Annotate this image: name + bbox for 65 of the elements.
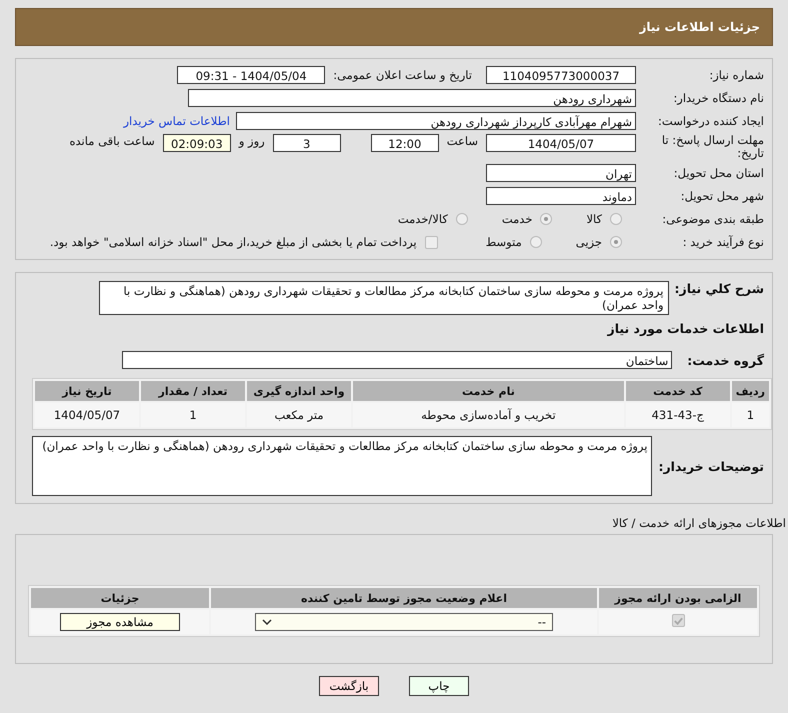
days-label: روز و [238, 134, 265, 148]
print-button[interactable]: چاپ [409, 676, 469, 696]
column-header: جزئیات [31, 588, 209, 608]
radio-label: متوسط [486, 235, 522, 249]
table-cell: ج-43-431 [626, 403, 730, 427]
field-label: نوع فرآیند خرید : [682, 235, 765, 249]
radio-button[interactable] [610, 236, 622, 248]
section-heading: اطلاعات مجوزهای ارائه خدمت / کالا [611, 516, 787, 530]
back-button[interactable]: بازگشت [319, 676, 379, 696]
summary-textarea[interactable]: پروژه مرمت و محوطه سازی ساختمان کتابخانه مرکز مطالعات و تحقیقات شهرداری رودهن (هماهنگی و نظارت با واحد عمران) [98, 281, 669, 315]
need-number-field: 1104095773000037 [486, 66, 636, 84]
column-header: ردیف [732, 381, 769, 401]
radio-button[interactable] [610, 213, 622, 225]
view-license-button[interactable]: مشاهده مجوز [60, 613, 180, 631]
requester-field: شهرام مهرآبادی کارپرداز شهرداری رودهن [236, 112, 636, 130]
remaining-label: ساعت باقی مانده [70, 134, 155, 148]
radio-label: کالا/خدمت [398, 212, 448, 226]
checkbox-label: پرداخت تمام یا بخشی از مبلغ خرید،از محل "اسناد خزانه اسلامی" خواهد بود. [50, 235, 417, 249]
province-field: تهران [486, 164, 636, 182]
radio-label: کالا [586, 212, 602, 226]
announce-date-field: 1404/05/04 - 09:31 [177, 66, 326, 84]
field-label: تاریخ و ساعت اعلان عمومی: [333, 68, 472, 82]
field-label: طبقه بندی موضوعی: [661, 212, 765, 226]
city-field: دماوند [486, 187, 636, 205]
field-label: شهر محل تحویل: [680, 189, 765, 203]
table-cell: 1 [732, 403, 769, 427]
buyer-org-field: شهرداری رودهن [188, 89, 636, 107]
column-header: نام خدمت [353, 381, 624, 401]
checkbox[interactable] [672, 614, 684, 628]
column-header: اعلام وضعیت مجوز توسط تامین کننده [211, 588, 597, 608]
radio-button[interactable] [456, 213, 468, 225]
field-label: نام دستگاه خریدار: [672, 91, 765, 105]
table-cell: تخریب و آماده‌سازی محوطه [353, 403, 624, 427]
column-header: کد خدمت [626, 381, 730, 401]
field-label: استان محل تحویل: [672, 166, 765, 180]
table-cell: 1404/05/07 [35, 403, 139, 427]
section-heading: اطلاعات خدمات مورد نیاز [608, 320, 765, 336]
radio-label: جزیی [576, 235, 602, 249]
field-label: توضیحات خریدار: [658, 458, 765, 474]
column-header: تاریخ نیاز [35, 381, 139, 401]
radio-button[interactable] [530, 236, 542, 248]
deadline-time-field: 12:00 [370, 134, 439, 152]
table-cell: متر مکعب [247, 403, 351, 427]
buyer-notes-textarea[interactable]: پروژه مرمت و محوطه سازی ساختمان کتابخانه مرکز مطالعات و تحقیقات شهرداری رودهن (هماهنگی و نظارت با واحد عمران) [32, 436, 652, 496]
column-header: الزامی بودن ارائه مجوز [599, 588, 757, 608]
radio-label: خدمت [502, 212, 532, 226]
contact-link[interactable]: اطلاعات تماس خریدار [123, 114, 230, 128]
remaining-time-field: 02:09:03 [162, 134, 231, 152]
deadline-date-field: 1404/05/07 [486, 134, 636, 152]
time-label: ساعت [446, 134, 478, 148]
field-label: مهلت ارسال پاسخ: تا تاریخ: [660, 134, 765, 160]
field-label: گروه خدمت: [687, 352, 765, 368]
caret-icon [262, 619, 272, 625]
column-header: تعداد / مقدار [141, 381, 245, 401]
column-header: واحد اندازه گیری [247, 381, 351, 401]
status-dropdown[interactable]: -- [255, 613, 553, 631]
radio-button[interactable] [540, 213, 552, 225]
field-label: شرح کلي نياز: [674, 281, 765, 296]
header-title: جزئیات اطلاعات نیاز [639, 20, 760, 34]
table-cell: 1 [141, 403, 245, 427]
checkbox[interactable] [424, 236, 438, 248]
field-label: شماره نیاز: [708, 68, 765, 82]
service-group-field: ساختمان [122, 351, 672, 369]
field-label: ایجاد کننده درخواست: [657, 114, 765, 128]
days-field: 3 [272, 134, 341, 152]
